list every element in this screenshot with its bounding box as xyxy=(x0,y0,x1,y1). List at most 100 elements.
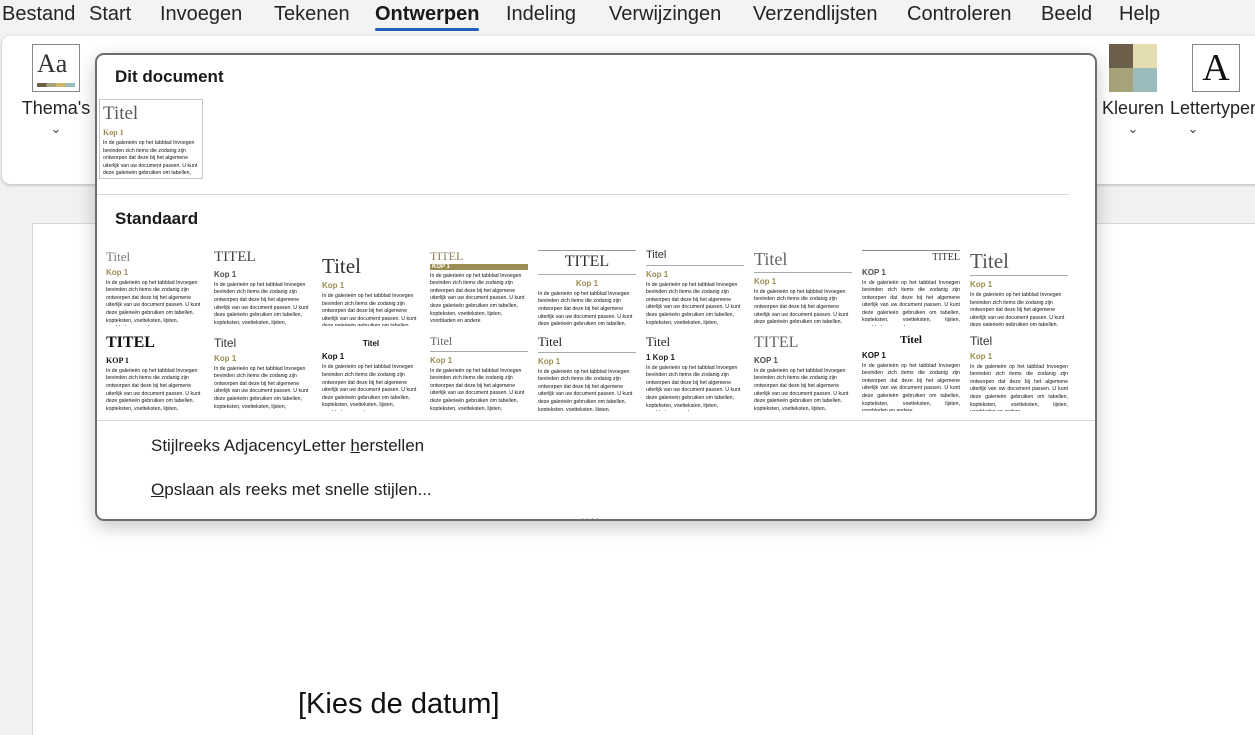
style-set-thumbnail[interactable]: TITEL KOP 1 In de galerieën op het tabblad… xyxy=(103,331,207,411)
reset-style-set-item[interactable]: Stijlreeks AdjacencyLetter herstellen xyxy=(151,436,424,456)
style-set-thumbnail[interactable]: TITEL KOP 1 In de galerieën op het tabblad… xyxy=(751,331,855,411)
thumbnail-title: TITEL xyxy=(564,253,610,270)
rule-line xyxy=(538,250,636,251)
thumbnail-heading: Kop 1 xyxy=(538,356,561,366)
style-set-thumbnail[interactable]: TITEL KOP 1 In de galerieën op het tabblad… xyxy=(427,246,531,326)
style-set-thumbnail[interactable]: Titel Kop 1 In de galerieën op het tabblad… xyxy=(319,246,423,326)
tab-bestand[interactable]: Bestand xyxy=(2,3,75,26)
swatch-cell xyxy=(1109,44,1133,68)
thumbnail-body-text: In de galerieën op het tabblad Invoegen … xyxy=(214,281,309,326)
swatch-cell xyxy=(1133,44,1157,68)
thumbnail-title: Titel xyxy=(106,249,131,264)
fonts-icon-text: A xyxy=(1202,47,1230,89)
access-key: h xyxy=(350,436,360,455)
rule-line xyxy=(538,351,636,353)
tab-ontwerpen[interactable]: Ontwerpen xyxy=(375,3,480,31)
chevron-down-icon: ⌄ xyxy=(1187,121,1199,136)
thumbnail-body-text: In de galerieën op het tabblad Invoegen … xyxy=(538,368,633,411)
thumbnail-title: Titel xyxy=(646,334,671,349)
thumbnail-heading: Kop 1 xyxy=(970,280,993,290)
thumbnail-title: Titel xyxy=(900,334,922,346)
tab-indeling[interactable]: Indeling xyxy=(506,3,576,26)
thumbnail-title: TITEL xyxy=(932,252,960,263)
thumbnail-heading: Kop 1 xyxy=(970,351,993,361)
divider xyxy=(97,194,1069,195)
date-placeholder[interactable]: [Kies de datum] xyxy=(298,688,500,721)
thumbnail-body-text: In de galerieën op het tabblad Invoegen … xyxy=(538,290,633,326)
save-item-text: pslaan als reeks met snelle stijlen... xyxy=(164,480,432,499)
this-document-heading: Dit document xyxy=(115,67,224,86)
thumbnail-body-text: In de galerieën op het tabblad Invoegen … xyxy=(322,364,417,411)
rule-line xyxy=(430,350,528,352)
thumbnail-title: Titel xyxy=(430,334,453,348)
style-set-thumbnail[interactable]: Titel Kop 1 In de galerieën op het tabblad… xyxy=(751,246,855,326)
thumbnail-body-text: In de galerieën op het tabblad Invoegen … xyxy=(430,272,525,325)
reset-item-text: Stijlreeks AdjacencyLetter xyxy=(151,436,351,455)
tab-invoegen[interactable]: Invoegen xyxy=(160,3,242,26)
thumbnail-heading: Kop 1 xyxy=(575,278,599,288)
thumbnail-title: Titel xyxy=(970,334,993,348)
colors-label: Kleuren xyxy=(1101,98,1165,118)
style-set-thumbnail[interactable]: TITEL Kop 1 In de galerieën op het tabblad… xyxy=(535,246,639,326)
style-set-thumbnail[interactable]: Titel Kop 1 In de galerieën op het tabblad… xyxy=(643,246,747,326)
style-set-thumbnail[interactable]: Titel Kop 1 In de galerieën op het tabblad… xyxy=(319,331,423,411)
themes-label: Thema's xyxy=(21,98,91,118)
tab-verzendlijsten[interactable]: Verzendlijsten xyxy=(753,3,878,26)
thumbnail-heading: Kop 1 xyxy=(214,353,237,363)
thumbnail-body-text: In de galerieën op het tabblad Invoegen … xyxy=(106,367,201,411)
swatch-cell xyxy=(1133,68,1157,92)
style-set-thumbnail[interactable]: Titel Kop 1 In de galerieën op het tabblad… xyxy=(103,246,207,326)
thumbnail-title: TITEL xyxy=(754,334,799,351)
thumbnail-heading: KOP 1 xyxy=(754,355,778,365)
thumbnail-title: TITEL xyxy=(430,249,464,263)
thumbnail-title: Titel xyxy=(214,336,237,350)
style-set-thumbnail[interactable]: Titel Kop 1 In de galerieën op het tabblad… xyxy=(427,331,531,411)
themes-icon-text: Aa xyxy=(37,49,68,78)
style-set-thumbnail[interactable]: Titel Kop 1 In de galerieën op het tabblad… xyxy=(967,331,1071,411)
rule-line xyxy=(646,264,744,266)
thumbnail-heading: Kop 1 xyxy=(106,267,129,277)
thumbnail-heading: Kop 1 xyxy=(322,352,345,362)
tab-start[interactable]: Start xyxy=(89,3,131,26)
style-set-thumbnail[interactable]: TITEL KOP 1 In de galerieën op het tabblad… xyxy=(859,246,963,326)
swatch-cell xyxy=(1109,68,1133,92)
fonts-icon: A xyxy=(1192,44,1240,92)
thumbnail-heading: Kop 1 xyxy=(322,281,345,291)
thumbnail-body-text: In de galerieën op het tabblad Invoegen … xyxy=(970,363,1068,411)
save-quick-style-set-item[interactable]: Opslaan als reeks met snelle stijlen... xyxy=(151,480,432,500)
thumbnail-body-text: In de galerieën op het tabblad Invoegen … xyxy=(646,281,741,326)
thumbnail-heading: Kop 1 xyxy=(646,269,669,279)
thumbnail-title: Titel xyxy=(322,254,361,278)
menu-bar: Bestand Start Invoegen Tekenen Ontwerpen Inde… xyxy=(0,0,1255,34)
access-key: O xyxy=(151,480,165,499)
tab-verwijzingen[interactable]: Verwijzingen xyxy=(609,3,721,26)
style-set-thumbnail[interactable]: Titel Kop 1 In de galerieën op het tabblad… xyxy=(211,331,315,411)
themes-icon: Aa xyxy=(32,44,80,92)
tab-help[interactable]: Help xyxy=(1119,3,1160,26)
thumbnail-heading: 1 Kop 1 xyxy=(646,352,675,362)
thumbnail-heading: Kop 1 xyxy=(754,276,777,286)
chevron-down-icon: ⌄ xyxy=(50,121,62,136)
resize-grip-icon[interactable]: ···· xyxy=(581,513,601,519)
thumbnail-heading: KOP 1 xyxy=(862,267,886,277)
themes-button[interactable]: Aa Thema's ⌄ xyxy=(20,44,92,137)
thumbnail-heading: KOP 1 xyxy=(862,350,886,360)
thumbnail-body-text: In de galerieën op het tabblad Invoegen … xyxy=(322,293,417,326)
style-set-thumbnail[interactable]: Titel Kop 1 In de galerieën op het tabblad… xyxy=(535,331,639,411)
thumbnail-title: Titel xyxy=(362,339,380,348)
style-set-thumbnail[interactable]: TITEL Kop 1 In de galerieën op het tabblad… xyxy=(211,246,315,326)
style-set-thumbnail[interactable]: Titel 1 Kop 1 In de galerieën op het tabbl… xyxy=(643,331,747,411)
thumbnail-body-text: In de galerieën op het tabblad Invoegen … xyxy=(646,364,741,411)
tab-controleren[interactable]: Controleren xyxy=(907,3,1012,26)
style-set-thumbnail[interactable]: Titel Kop 1 In de galerieën op het tabblad… xyxy=(967,246,1071,326)
fonts-button[interactable]: A Lettertypen ⌄ xyxy=(1170,44,1255,137)
tab-beeld[interactable]: Beeld xyxy=(1041,3,1092,26)
thumbnail-title: TITEL xyxy=(214,249,256,265)
tab-tekenen[interactable]: Tekenen xyxy=(274,3,350,26)
thumbnail-heading: Kop 1 xyxy=(214,269,237,279)
thumbnail-body-text: In de galerieën op het tabblad Invoegen … xyxy=(106,279,201,326)
style-set-thumbnail[interactable]: Titel KOP 1 In de galerieën op het tabblad… xyxy=(859,331,963,411)
thumbnail-title: TITEL xyxy=(106,334,155,351)
thumbnail-body-text: In de galerieën op het tabblad Invoegen … xyxy=(103,139,198,178)
style-set-thumbnail[interactable]: Titel Kop 1 In de galerieën op het tabblad… xyxy=(99,99,203,179)
